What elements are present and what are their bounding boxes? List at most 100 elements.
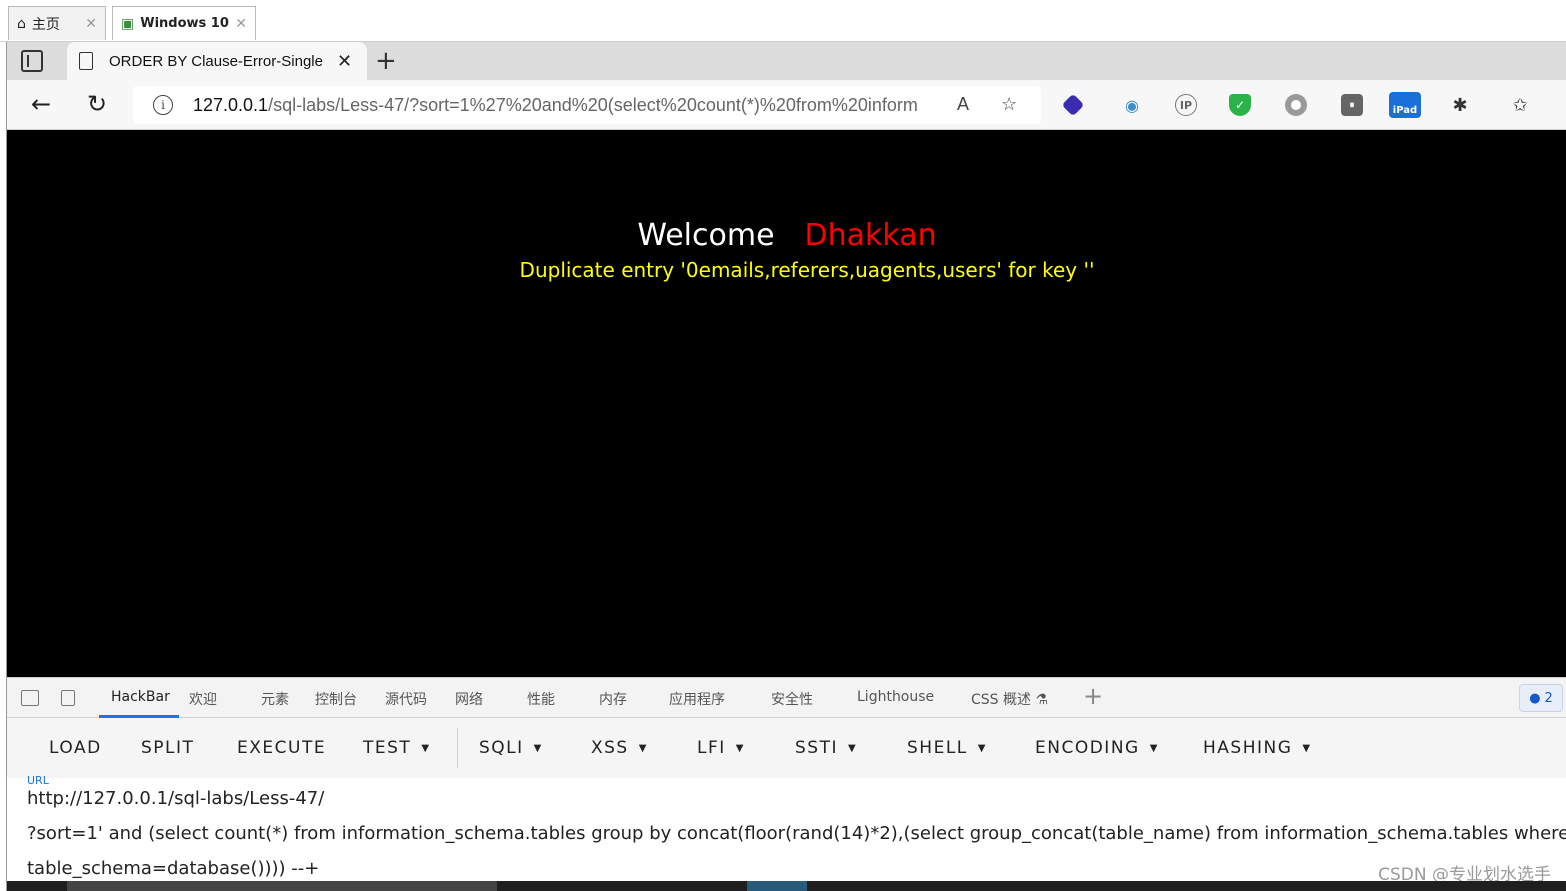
ip-icon[interactable]: IP (1175, 94, 1197, 116)
encoding-label: ENCODING (1035, 738, 1140, 758)
tab-hackbar[interactable]: HackBar (111, 689, 170, 705)
url-input[interactable]: i 127.0.0.1/sql-labs/Less-47/?sort=1%27%… (133, 86, 1041, 124)
puzzle-icon[interactable]: ✱ (1449, 94, 1471, 116)
url-field-label: URL (27, 774, 49, 787)
more-tabs-plus-icon[interactable]: + (1083, 682, 1103, 710)
tab-css-overview[interactable]: CSS 概述 ⚗ (971, 689, 1048, 709)
issues-badge[interactable]: ● 2 (1519, 684, 1563, 712)
tab-security[interactable]: 安全性 (771, 689, 813, 709)
flask-icon: ⚗ (1035, 692, 1049, 708)
chat-icon: ● (1529, 690, 1541, 706)
sql-error-message: Duplicate entry '0emails,referers,uagent… (519, 258, 1095, 282)
favorite-add-icon[interactable]: ☆ (1001, 94, 1017, 115)
browser-tab-title: ORDER BY Clause-Error-Single qu (109, 52, 327, 70)
caret-down-icon: ▼ (1302, 743, 1312, 754)
read-aloud-icon[interactable]: A (957, 94, 969, 115)
tab-performance[interactable]: 性能 (527, 689, 555, 709)
reload-icon[interactable]: ↻ (87, 90, 107, 118)
hashing-dropdown[interactable]: HASHING ▼ (1203, 738, 1312, 758)
encoding-dropdown[interactable]: ENCODING ▼ (1035, 738, 1159, 758)
issues-count: 2 (1544, 690, 1553, 706)
url-path: /sql-labs/Less-47/?sort=1%27%20and%20(se… (268, 94, 919, 115)
ipad-label: iPad (1392, 104, 1418, 116)
tab-css-overview-label: CSS 概述 (971, 692, 1031, 708)
page-content: Welcome Dhakkan Duplicate entry '0emails,… (7, 130, 1566, 677)
back-arrow-icon[interactable]: ← (31, 90, 51, 118)
sqli-label: SQLI (479, 738, 524, 758)
lfi-dropdown[interactable]: LFI ▼ (697, 738, 745, 758)
translate-icon[interactable]: ⏸ (1341, 94, 1363, 116)
screen: ⌂ 主页 ✕ ▣ Windows 10 ✕ ORDER BY Clause-Er… (0, 0, 1566, 891)
taskbar (7, 881, 1566, 891)
info-icon[interactable]: i (153, 95, 173, 115)
url-line-3: table_schema=database()))) --+ (27, 858, 320, 879)
caret-down-icon: ▼ (735, 743, 745, 754)
taskbar-app-active[interactable] (747, 881, 807, 891)
user-name: Dhakkan (804, 218, 937, 253)
tab-application[interactable]: 应用程序 (669, 689, 725, 709)
vm-tab-label: Windows 10 (140, 16, 229, 31)
circle-icon[interactable] (1285, 94, 1307, 116)
vm-tab-home[interactable]: ⌂ 主页 ✕ (8, 6, 106, 40)
caret-down-icon: ▼ (638, 743, 648, 754)
caret-down-icon: ▼ (421, 743, 431, 754)
vm-tab-strip: ⌂ 主页 ✕ ▣ Windows 10 ✕ (0, 0, 1566, 42)
caret-down-icon: ▼ (847, 743, 858, 754)
tab-actions-icon[interactable] (21, 50, 43, 72)
shell-dropdown[interactable]: SHELL ▼ (907, 738, 987, 758)
taskbar-app[interactable] (67, 881, 497, 891)
load-button[interactable]: LOAD (49, 738, 102, 758)
caret-down-icon: ▼ (977, 743, 987, 754)
execute-button[interactable]: EXECUTE (237, 738, 326, 758)
welcome-text: Welcome (637, 218, 775, 253)
tab-network[interactable]: 网络 (455, 689, 483, 709)
vm-tab-label: 主页 (31, 16, 60, 33)
browser-tab-bar: ORDER BY Clause-Error-Single qu ✕ + (7, 42, 1566, 80)
address-bar: ← ↻ i 127.0.0.1/sql-labs/Less-47/?sort=1… (7, 80, 1566, 130)
hashing-label: HASHING (1203, 738, 1293, 758)
close-icon[interactable]: ✕ (85, 16, 97, 32)
caret-down-icon: ▼ (533, 743, 543, 754)
shell-label: SHELL (907, 738, 968, 758)
toolbar-divider (457, 728, 458, 768)
ssti-dropdown[interactable]: SSTI ▼ (795, 738, 857, 758)
favorites-icon[interactable]: ✩ (1509, 94, 1531, 116)
url-line-1: http://127.0.0.1/sql-labs/Less-47/ (27, 788, 325, 809)
tab-welcome[interactable]: 欢迎 (189, 689, 217, 709)
close-tab-icon[interactable]: ✕ (337, 51, 352, 72)
page-icon (79, 52, 93, 70)
tab-sources[interactable]: 源代码 (385, 689, 427, 709)
xss-dropdown[interactable]: XSS ▼ (591, 738, 648, 758)
home-icon: ⌂ (17, 15, 26, 32)
tab-console[interactable]: 控制台 (315, 689, 357, 709)
hackbar-url-area[interactable]: URL http://127.0.0.1/sql-labs/Less-47/ ?… (7, 774, 1566, 885)
tab-memory[interactable]: 内存 (599, 689, 627, 709)
test-dropdown[interactable]: TEST ▼ (363, 738, 431, 758)
inspect-icon[interactable] (21, 690, 39, 706)
url-line-2: ?sort=1' and (select count(*) from infor… (27, 823, 1566, 844)
hackbar-toolbar: LOAD SPLIT EXECUTE TEST ▼ SQLI ▼ XSS ▼ LFI ▼… (7, 718, 1566, 778)
url-host: 127.0.0.1 (193, 94, 269, 115)
browser-tab-active[interactable]: ORDER BY Clause-Error-Single qu ✕ (67, 42, 367, 80)
layers-icon[interactable] (1061, 93, 1085, 117)
split-button[interactable]: SPLIT (141, 738, 194, 758)
devtools-tab-bar: HackBar 欢迎 元素 控制台 源代码 网络 性能 内存 应用程序 安全性 … (7, 677, 1566, 718)
vm-tab-windows10[interactable]: ▣ Windows 10 ✕ (112, 6, 256, 40)
welcome-line: Welcome Dhakkan (7, 218, 1566, 253)
shield-icon[interactable]: ✓ (1229, 94, 1251, 116)
ipad-icon[interactable]: iPad (1389, 92, 1421, 118)
tab-elements[interactable]: 元素 (261, 689, 289, 709)
sqli-dropdown[interactable]: SQLI ▼ (479, 738, 543, 758)
device-toolbar-icon[interactable] (61, 690, 75, 706)
caret-down-icon: ▼ (1149, 743, 1159, 754)
xss-label: XSS (591, 738, 629, 758)
close-icon[interactable]: ✕ (235, 16, 247, 32)
ssti-label: SSTI (795, 738, 838, 758)
vm-icon: ▣ (121, 15, 135, 32)
browser-window: ORDER BY Clause-Error-Single qu ✕ + ← ↻ … (6, 42, 1566, 891)
new-tab-icon[interactable]: + (375, 46, 397, 76)
tab-lighthouse[interactable]: Lighthouse (857, 689, 934, 705)
lfi-label: LFI (697, 738, 726, 758)
eye-icon[interactable]: ◉ (1121, 94, 1143, 116)
test-label: TEST (363, 738, 412, 758)
